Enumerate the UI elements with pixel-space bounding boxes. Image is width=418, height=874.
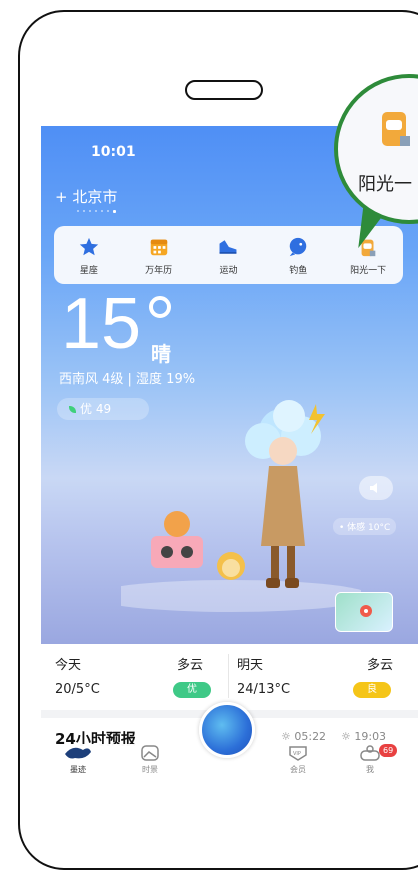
photo-icon — [141, 745, 159, 761]
tomorrow-label: 明天 — [237, 658, 264, 673]
today-range: 20/5°C — [55, 682, 100, 697]
speaker-button[interactable] — [359, 476, 393, 500]
wind-humidity: 西南风 4级 | 湿度 19% — [59, 372, 196, 387]
leaf-icon — [69, 406, 76, 413]
tool-label: 万年历 — [145, 266, 173, 276]
sunrise-time: ☼ 05:22 — [281, 730, 326, 743]
sunset-icon: ☼ — [341, 730, 355, 743]
city-selector[interactable]: + 北京市 — [55, 186, 117, 207]
today-label: 今天 — [55, 658, 82, 673]
vip-icon: VIP — [289, 746, 307, 761]
svg-text:VIP: VIP — [293, 751, 301, 757]
status-time: 10:01 — [91, 144, 136, 160]
today-aqi-badge: 优 — [173, 682, 211, 698]
juice-icon — [378, 106, 412, 154]
stage: { "status": { "time": "10:01", "battery"… — [0, 0, 418, 874]
tomorrow-range: 24/13°C — [237, 682, 291, 697]
tab-label: 我 — [366, 765, 374, 774]
tab-moji[interactable]: 墨迹 — [53, 744, 103, 775]
moji-logo-icon — [65, 747, 91, 759]
forecast-divider — [228, 654, 229, 698]
tool-horoscope[interactable]: 星座 — [59, 236, 119, 276]
phone-speaker — [185, 80, 263, 100]
tool-calendar[interactable]: 万年历 — [129, 236, 189, 276]
center-radar-button[interactable] — [199, 702, 255, 758]
today-condition: 多云 — [177, 658, 204, 673]
tab-vip[interactable]: VIP 会员 — [273, 744, 323, 775]
degree-symbol — [149, 296, 171, 318]
notification-badge: 69 — [379, 744, 398, 757]
weather-condition: 晴 — [151, 342, 171, 366]
tab-label: 会员 — [290, 765, 306, 774]
tool-label: 钓鱼 — [289, 266, 308, 276]
tool-label: 运动 — [219, 266, 238, 276]
sunrise-value: 05:22 — [294, 730, 327, 743]
sunrise-icon: ☼ — [281, 730, 295, 743]
map-thumbnail[interactable] — [335, 592, 393, 632]
sneaker-icon — [217, 236, 239, 258]
fish-icon — [287, 236, 309, 258]
tool-sports[interactable]: 运动 — [198, 236, 258, 276]
tab-label: 墨迹 — [70, 765, 86, 774]
star-icon — [78, 236, 100, 258]
temperature-value: 15 — [61, 284, 142, 364]
sunset-value: 19:03 — [354, 730, 387, 743]
tomorrow-aqi-badge: 良 — [353, 682, 391, 698]
tab-scenes[interactable]: 时景 — [125, 744, 175, 775]
page-indicator — [77, 210, 125, 214]
calendar-icon — [148, 236, 170, 258]
magnifier-label: 阳光一 — [358, 174, 412, 195]
tool-fishing[interactable]: 钓鱼 — [268, 236, 328, 276]
tool-label: 阳光一下 — [350, 266, 387, 276]
character-illustration — [121, 400, 361, 612]
sunset-time: ☼ 19:03 — [341, 730, 386, 743]
tomorrow-condition: 多云 — [367, 658, 394, 673]
profile-icon — [360, 745, 380, 761]
aqi-text: 优 49 — [80, 402, 112, 416]
tool-label: 星座 — [79, 266, 98, 276]
feels-like-badge: • 体感 10°C — [333, 518, 397, 535]
tab-label: 时景 — [142, 765, 158, 774]
